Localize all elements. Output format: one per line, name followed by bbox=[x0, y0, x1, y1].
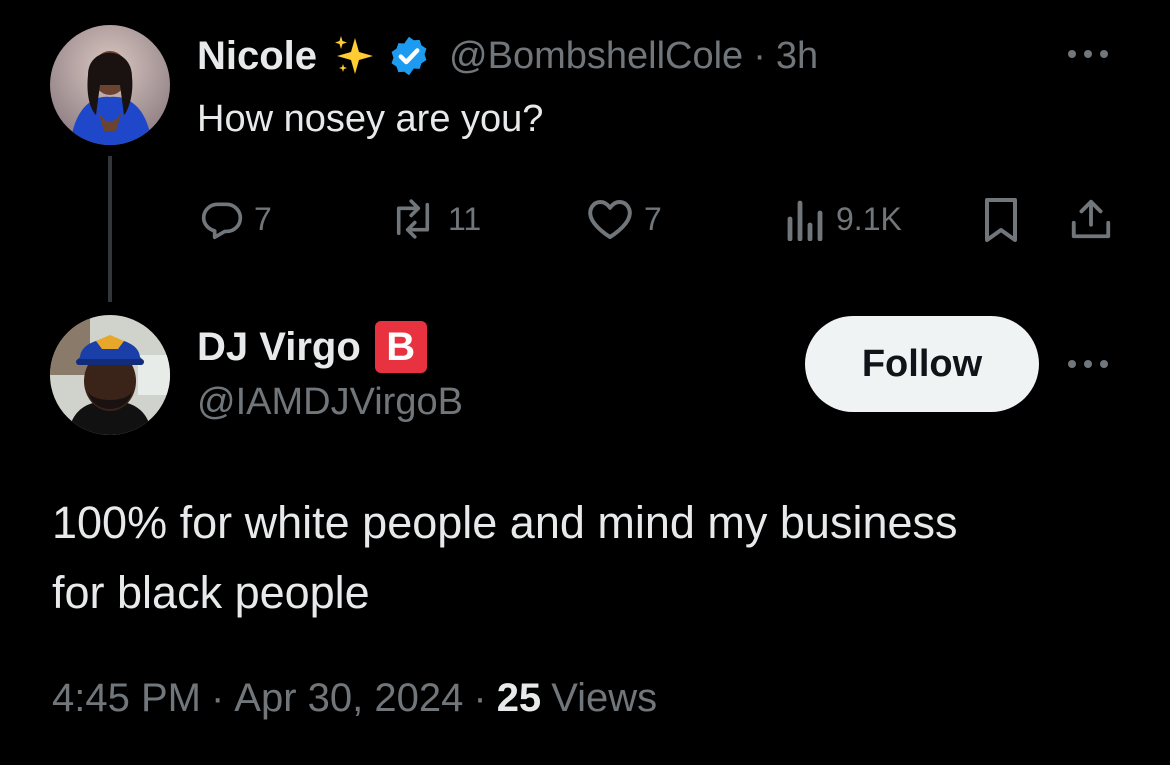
reply-text-line-2: for black people bbox=[52, 567, 370, 618]
reply-author-name[interactable]: DJ Virgo bbox=[197, 325, 361, 370]
like-icon bbox=[586, 197, 634, 241]
follow-button[interactable]: Follow bbox=[805, 316, 1039, 412]
views-icon bbox=[786, 197, 826, 241]
reply-meta: 4:45 PM · Apr 30, 2024 · 25 Views bbox=[52, 676, 657, 721]
share-icon[interactable] bbox=[1068, 196, 1114, 247]
bookmark-icon[interactable] bbox=[980, 196, 1022, 249]
reply-time[interactable]: 4:45 PM bbox=[52, 676, 201, 721]
views-label: Views bbox=[551, 676, 658, 720]
like-count: 7 bbox=[644, 200, 662, 237]
meta-separator-1: · bbox=[210, 676, 225, 720]
reply-author-handle[interactable]: @IAMDJVirgoB bbox=[197, 381, 463, 424]
b-badge-icon: B bbox=[374, 321, 427, 373]
reply-count: 7 bbox=[254, 200, 272, 237]
repost-count: 11 bbox=[448, 200, 482, 237]
thread-line bbox=[108, 156, 112, 302]
repost-icon bbox=[388, 197, 438, 241]
author-name[interactable]: Nicole bbox=[197, 34, 317, 79]
avatar-dj-virgo[interactable] bbox=[50, 315, 170, 435]
views-action[interactable]: 9.1K bbox=[786, 196, 902, 242]
repost-action[interactable]: 11 bbox=[388, 196, 481, 242]
reply-text-line-1: 100% for white people and mind my busine… bbox=[52, 497, 958, 548]
author-handle[interactable]: @BombshellCole bbox=[449, 35, 743, 78]
views-count: 9.1K bbox=[836, 200, 902, 237]
reply-post-text: 100% for white people and mind my busine… bbox=[52, 488, 958, 628]
sparkles-icon bbox=[331, 32, 379, 80]
parent-post-text: How nosey are you? bbox=[197, 98, 544, 140]
reply-author-row: DJ Virgo B bbox=[197, 320, 427, 374]
reply-icon bbox=[200, 197, 244, 241]
reply-action[interactable]: 7 bbox=[200, 196, 272, 242]
reply-date[interactable]: Apr 30, 2024 bbox=[234, 676, 463, 721]
meta-separator-2: · bbox=[473, 676, 487, 720]
views-number: 25 bbox=[496, 676, 542, 720]
like-action[interactable]: 7 bbox=[586, 196, 662, 242]
more-icon[interactable] bbox=[1064, 44, 1112, 69]
parent-post-header: Nicole @BombshellCole · 3h bbox=[197, 30, 818, 82]
verified-badge-icon[interactable] bbox=[387, 34, 431, 78]
post-time[interactable]: 3h bbox=[776, 35, 818, 78]
reply-more-icon[interactable] bbox=[1064, 354, 1112, 379]
header-separator: · bbox=[753, 34, 766, 77]
avatar-nicole[interactable] bbox=[50, 25, 170, 145]
